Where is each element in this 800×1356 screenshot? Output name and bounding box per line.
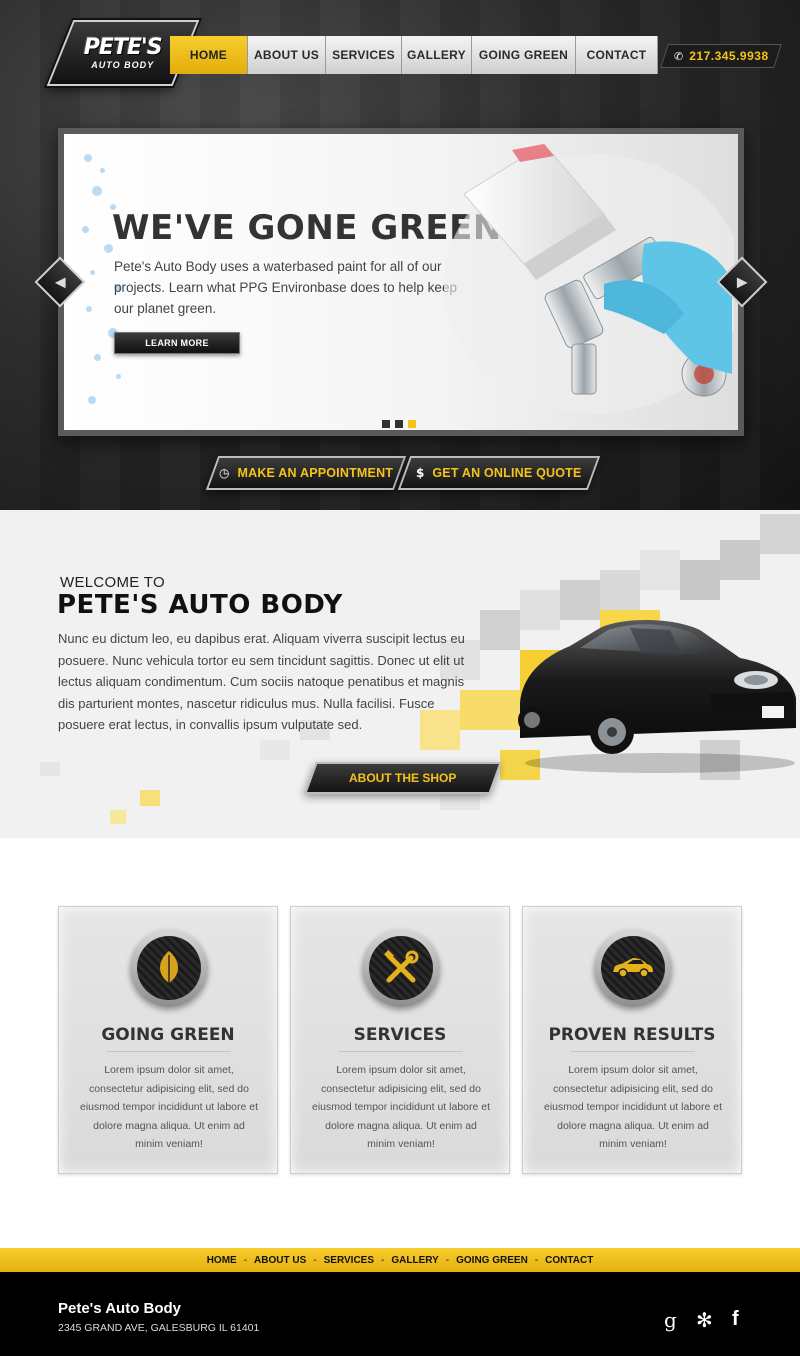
- google-plus-icon[interactable]: g: [664, 1308, 677, 1332]
- divider: [571, 1051, 695, 1052]
- slider-dots: [382, 420, 416, 428]
- nav-item-about-us[interactable]: ABOUT US: [248, 36, 326, 74]
- phone-number: 217.345.9938: [688, 49, 769, 63]
- feature-text: Lorem ipsum dolor sit amet, consectetur …: [311, 1064, 491, 1150]
- feature-card-going-green[interactable]: GOING GREEN Lorem ipsum dolor sit amet, …: [58, 906, 278, 1174]
- logo-name: PETE'S: [84, 34, 162, 60]
- leaf-icon: [160, 951, 178, 985]
- footer-nav-going-green[interactable]: GOING GREEN: [456, 1255, 528, 1266]
- feature-text: Lorem ipsum dolor sit amet, consectetur …: [543, 1064, 723, 1150]
- chevron-right-icon: ▶: [736, 274, 748, 290]
- footer-nav-home[interactable]: HOME: [207, 1255, 237, 1266]
- features-section: GOING GREEN Lorem ipsum dolor sit amet, …: [0, 838, 800, 1248]
- divider: [107, 1051, 231, 1052]
- footer-nav-gallery[interactable]: GALLERY: [391, 1255, 438, 1266]
- footer-nav-separator: -: [313, 1254, 317, 1266]
- welcome-kicker: WELCOME TO: [60, 574, 165, 591]
- feature-text: Lorem ipsum dolor sit amet, consectetur …: [79, 1064, 259, 1150]
- chevron-left-icon: ◀: [54, 274, 66, 290]
- slider-dot[interactable]: [382, 420, 390, 428]
- footer-nav-separator: -: [445, 1254, 450, 1266]
- make-appointment-button[interactable]: ◷ MAKE AN APPOINTMENT: [205, 456, 407, 490]
- footer-nav: HOME - ABOUT US - SERVICES - GALLERY - G…: [0, 1248, 800, 1272]
- footer-nav-services[interactable]: SERVICES: [324, 1255, 374, 1266]
- feature-icon-badge: [362, 929, 440, 1007]
- nav-item-contact[interactable]: CONTACT: [576, 36, 658, 74]
- footer-nav-separator: -: [243, 1254, 248, 1266]
- footer-nav-separator: -: [534, 1254, 539, 1266]
- about-the-shop-button[interactable]: ABOUT THE SHOP: [304, 762, 502, 794]
- nav-item-services[interactable]: SERVICES: [326, 36, 402, 74]
- feature-title: PROVEN RESULTS: [548, 1025, 716, 1045]
- divider: [339, 1051, 463, 1052]
- welcome-section: WELCOME TO PETE'S AUTO BODY Nunc eu dict…: [0, 510, 800, 838]
- welcome-text: Nunc eu dictum leo, eu dapibus erat. Ali…: [58, 631, 465, 732]
- feature-card-services[interactable]: SERVICES Lorem ipsum dolor sit amet, con…: [290, 906, 510, 1174]
- nav-item-gallery[interactable]: GALLERY: [402, 36, 472, 74]
- logo-sub: AUTO BODY: [91, 59, 155, 70]
- feature-icon-badge: [594, 929, 672, 1007]
- hero-section: PETE'S AUTO BODY HOME ABOUT US SERVICES …: [0, 0, 800, 510]
- footer-nav-about-us[interactable]: ABOUT US: [254, 1255, 306, 1266]
- feature-card-proven-results[interactable]: PROVEN RESULTS Lorem ipsum dolor sit ame…: [522, 906, 742, 1174]
- slide: WE'VE GONE GREEN. Pete's Auto Body uses …: [64, 134, 738, 430]
- about-the-shop-label: ABOUT THE SHOP: [349, 771, 457, 785]
- footer-nav-contact[interactable]: CONTACT: [545, 1255, 593, 1266]
- slider-dot[interactable]: [395, 420, 403, 428]
- nav-item-home[interactable]: HOME: [170, 36, 248, 74]
- online-quote-label: GET AN ONLINE QUOTE: [432, 466, 582, 480]
- main-nav: HOME ABOUT US SERVICES GALLERY GOING GRE…: [170, 36, 658, 74]
- slider-dot-active[interactable]: [408, 420, 416, 428]
- footer-business-name: Pete's Auto Body: [58, 1300, 182, 1317]
- spray-gun-image: [444, 143, 734, 414]
- feature-title: SERVICES: [353, 1025, 447, 1045]
- online-quote-button[interactable]: $ GET AN ONLINE QUOTE: [397, 456, 601, 490]
- phone-icon: ✆: [673, 49, 683, 63]
- footer-address: 2345 GRAND AVE, GALESBURG IL 61401: [58, 1322, 260, 1334]
- feature-icon-badge: [130, 929, 208, 1007]
- clock-icon: ◷: [218, 466, 230, 480]
- footer: Pete's Auto Body 2345 GRAND AVE, GALESBU…: [0, 1272, 800, 1356]
- learn-more-button[interactable]: LEARN MORE: [114, 332, 240, 354]
- footer-nav-separator: -: [381, 1254, 385, 1266]
- make-appointment-label: MAKE AN APPOINTMENT: [237, 466, 394, 480]
- facebook-icon[interactable]: f: [732, 1308, 739, 1331]
- hero-slider: WE'VE GONE GREEN. Pete's Auto Body uses …: [58, 128, 744, 436]
- car-icon: [613, 958, 653, 978]
- wrench-icon: [384, 950, 419, 983]
- phone-badge[interactable]: ✆ 217.345.9938: [660, 44, 782, 68]
- feature-title: GOING GREEN: [101, 1025, 235, 1045]
- welcome-title: PETE'S AUTO BODY: [57, 590, 343, 620]
- nav-item-going-green[interactable]: GOING GREEN: [472, 36, 576, 74]
- yelp-icon[interactable]: ✻: [696, 1308, 713, 1332]
- car-image: [518, 620, 796, 773]
- dollar-icon: $: [416, 466, 425, 480]
